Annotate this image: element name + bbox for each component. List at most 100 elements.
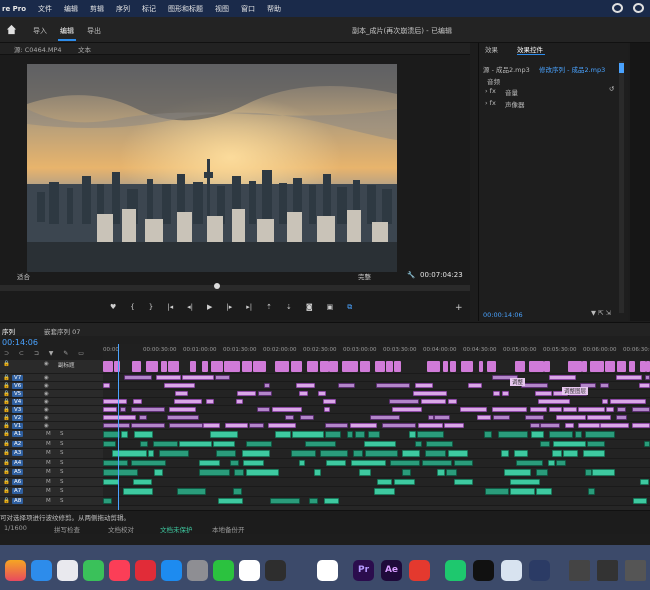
video-clip[interactable] (167, 415, 200, 420)
subtitle-clip[interactable] (479, 361, 484, 372)
eye-icon[interactable]: ◉ (44, 399, 49, 405)
audio-clip[interactable] (139, 440, 148, 447)
adjustment-clip-label[interactable]: 调整 (510, 378, 526, 386)
lock-icon[interactable]: 🔒 (3, 407, 10, 413)
audio-clip[interactable] (584, 469, 592, 476)
track-name[interactable]: V6 (12, 383, 24, 389)
video-clip[interactable] (389, 399, 419, 404)
eye-icon[interactable]: ◉ (44, 415, 49, 421)
audio-clip[interactable] (484, 431, 493, 438)
track-name[interactable]: V5 (12, 391, 24, 397)
track-lane[interactable] (103, 360, 650, 374)
track-name[interactable]: A8 (12, 497, 24, 504)
audio-clip[interactable] (453, 459, 474, 466)
video-clip[interactable] (448, 399, 457, 404)
playhead[interactable] (118, 344, 119, 510)
audio-clip[interactable] (154, 469, 164, 476)
audio-clip[interactable] (152, 440, 178, 447)
add-button-icon[interactable]: + (455, 303, 463, 313)
volume-item[interactable]: 音量 (505, 87, 518, 97)
eye-icon[interactable]: ◉ (44, 375, 49, 381)
track-name[interactable]: A6 (12, 478, 24, 485)
audio-clip[interactable] (242, 459, 264, 466)
mute-button[interactable]: M (46, 460, 51, 466)
audio-clip[interactable] (176, 488, 207, 495)
subtitle-clip[interactable] (319, 361, 330, 372)
track-lane[interactable] (103, 422, 650, 430)
solo-button[interactable]: S (60, 498, 64, 504)
subtitle-clip[interactable] (190, 361, 196, 372)
audio-clip[interactable] (103, 469, 139, 476)
audio-clip[interactable] (122, 488, 154, 495)
video-clip[interactable] (164, 383, 196, 388)
video-clip[interactable] (257, 407, 271, 412)
marker-icon[interactable]: ♥ (110, 303, 116, 315)
audio-clip[interactable] (364, 450, 398, 457)
subtitle-clip[interactable] (645, 361, 650, 372)
video-clip[interactable] (530, 423, 541, 428)
window-thumb-1[interactable] (569, 560, 590, 581)
menu-view[interactable]: 视图 (209, 4, 235, 14)
video-clip[interactable] (639, 383, 650, 388)
expand-icon[interactable]: › fx (485, 99, 496, 107)
audio-clip[interactable] (485, 488, 510, 495)
audio-clip[interactable] (586, 440, 606, 447)
video-clip[interactable] (235, 399, 243, 404)
audio-clip[interactable] (325, 459, 347, 466)
audio-clip[interactable] (584, 431, 616, 438)
track-name[interactable]: A3 (12, 450, 24, 456)
mute-button[interactable]: M (46, 431, 51, 437)
video-clip[interactable] (555, 415, 587, 420)
lock-icon[interactable]: 🔒 (3, 415, 10, 421)
video-clip[interactable] (268, 423, 297, 428)
tab-edit[interactable]: 编辑 (60, 26, 74, 36)
track-header[interactable]: 🔒 V4 ◉ (0, 398, 103, 406)
subtitle-clip[interactable] (306, 361, 319, 372)
subtitle-clip[interactable] (567, 361, 582, 372)
video-clip[interactable] (369, 415, 400, 420)
photos-icon[interactable] (57, 560, 78, 581)
home-icon[interactable] (6, 24, 17, 35)
subtitle-clip[interactable] (529, 361, 545, 372)
audio-clip[interactable] (350, 459, 386, 466)
lock-icon[interactable]: 🔒 (3, 431, 10, 437)
wrench-icon[interactable]: 🔧 (407, 271, 415, 279)
video-clip[interactable] (181, 375, 215, 380)
audio-wave-icon[interactable] (291, 560, 312, 581)
lock-icon[interactable]: 🔒 (3, 460, 10, 466)
audio-clip[interactable] (103, 497, 113, 504)
audio-clip[interactable] (210, 431, 238, 438)
capcut-icon[interactable] (473, 560, 494, 581)
audio-clip[interactable] (291, 450, 317, 457)
subtitle-clip[interactable] (486, 361, 497, 372)
audio-clip[interactable] (583, 450, 606, 457)
lock-icon[interactable]: 🔒 (3, 383, 10, 389)
track-header[interactable]: 🔒 V3 ◉ (0, 406, 103, 414)
step-forward-icon[interactable]: |▸ (226, 303, 232, 315)
subtitle-clip[interactable] (103, 361, 113, 372)
track-header[interactable]: 🔒 V1 ◉ (0, 422, 103, 430)
video-clip[interactable] (381, 423, 416, 428)
subtitle-clip[interactable] (224, 361, 241, 372)
video-clip[interactable] (299, 415, 314, 420)
video-clip[interactable] (103, 415, 137, 420)
audio-clip[interactable] (147, 450, 155, 457)
audio-clip[interactable] (547, 459, 555, 466)
lock-icon[interactable]: 🔒 (3, 469, 10, 475)
tab-export[interactable]: 导出 (87, 26, 101, 36)
eye-icon[interactable]: ◉ (44, 407, 49, 413)
track-header[interactable]: 🔒 A4 M S (0, 458, 103, 468)
video-clip[interactable] (600, 423, 630, 428)
mute-button[interactable]: M (46, 450, 51, 456)
video-clip[interactable] (130, 407, 166, 412)
video-clip[interactable] (564, 423, 574, 428)
audio-clip[interactable] (103, 440, 116, 447)
lock-icon[interactable]: 🔒 (3, 441, 10, 447)
audio-clip[interactable] (354, 431, 366, 438)
video-clip[interactable] (103, 423, 130, 428)
video-clip[interactable] (325, 423, 349, 428)
audio-clip[interactable] (504, 469, 532, 476)
menu-clip[interactable]: 剪辑 (84, 4, 110, 14)
video-clip[interactable] (206, 399, 215, 404)
audio-clip[interactable] (535, 488, 552, 495)
